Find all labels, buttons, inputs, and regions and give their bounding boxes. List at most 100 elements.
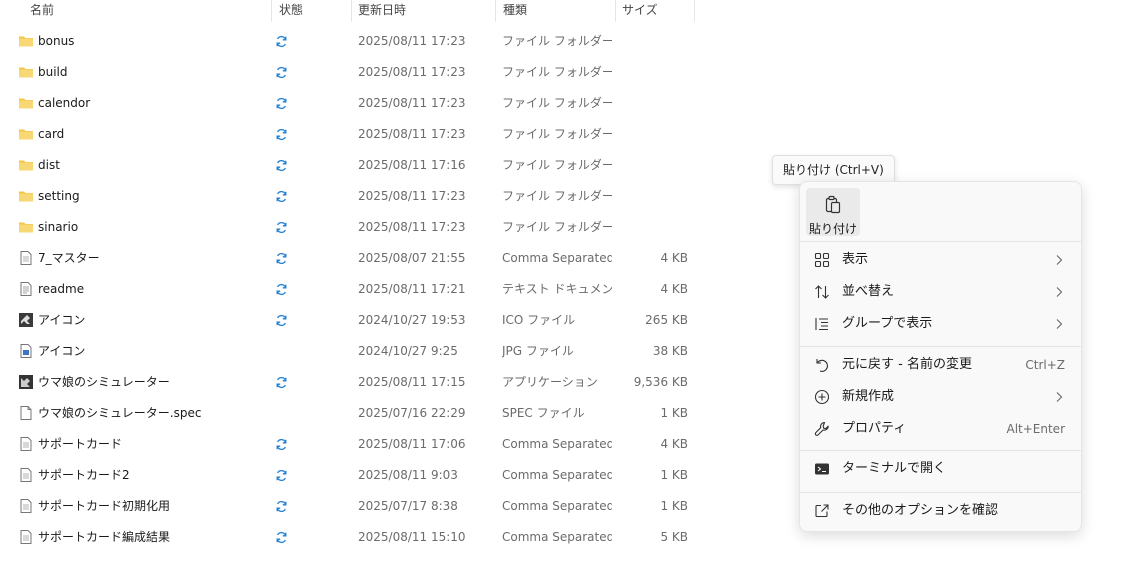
file-type: ファイル フォルダー (502, 65, 612, 79)
file-type: アプリケーション (502, 375, 598, 389)
sync-status-icon (275, 128, 288, 141)
file-name: サポートカード編成結果 (38, 530, 171, 544)
menu-item-sort-label: 並べ替え (842, 284, 895, 299)
paste-button-label: 貼り付け (808, 222, 857, 236)
file-row[interactable]: dist 2025/08/11 17:16 ファイル フォルダー (0, 150, 700, 181)
column-divider[interactable] (351, 0, 352, 22)
sync-status-icon (275, 469, 288, 482)
menu-separator (800, 346, 1081, 347)
paste-button[interactable]: 貼り付け (806, 188, 860, 236)
clipboard-icon (825, 195, 841, 214)
file-row[interactable]: calendor 2025/08/11 17:23 ファイル フォルダー (0, 88, 700, 119)
file-row[interactable]: setting 2025/08/11 17:23 ファイル フォルダー (0, 181, 700, 212)
file-row[interactable]: サポートカード 2025/08/11 17:06 Comma Separated..… (0, 429, 700, 460)
column-header-name[interactable]: 名前 (30, 2, 54, 22)
file-modified-date: 2025/08/11 17:23 (358, 96, 466, 110)
folder-icon (18, 126, 34, 142)
file-name: サポートカード (38, 437, 123, 451)
csv-file-icon (18, 250, 34, 266)
menu-item-more-options[interactable]: その他のオプションを確認 (804, 496, 1077, 526)
file-modified-date: 2025/07/17 8:38 (358, 499, 458, 513)
file-row[interactable]: サポートカード初期化用 2025/07/17 8:38 Comma Separate… (0, 491, 700, 522)
sync-status-icon (275, 283, 288, 296)
file-name: build (38, 65, 68, 79)
menu-item-terminal-label: ターミナルで開く (842, 461, 947, 476)
file-type: JPG ファイル (502, 344, 574, 358)
sync-status-icon (275, 252, 288, 265)
folder-icon (18, 64, 34, 80)
sync-status-icon (275, 531, 288, 544)
sort-icon (814, 284, 830, 300)
file-row[interactable]: 7_マスター 2025/08/07 21:55 Comma Separated...… (0, 243, 700, 274)
sync-status-icon (275, 500, 288, 513)
menu-item-group[interactable]: グループで表示 (804, 309, 1077, 339)
file-size (600, 57, 688, 88)
column-header-size[interactable]: サイズ (622, 2, 658, 22)
file-row[interactable]: アイコン 2024/10/27 9:25 JPG ファイル 38 KB (0, 336, 700, 367)
file-row[interactable]: ウマ娘のシミュレーター 2025/08/11 17:15 アプリケーション 9,536… (0, 367, 700, 398)
file-name: サポートカード2 (38, 468, 130, 482)
column-divider[interactable] (615, 0, 616, 22)
file-type: ファイル フォルダー (502, 34, 612, 48)
column-divider[interactable] (495, 0, 496, 22)
menu-item-properties[interactable]: プロパティ Alt+Enter (804, 414, 1077, 444)
menu-item-terminal[interactable]: ターミナルで開く (804, 454, 1077, 484)
chevron-right-icon (1055, 254, 1063, 270)
file-modified-date: 2025/08/07 21:55 (358, 251, 466, 265)
file-type: Comma Separated... (502, 251, 612, 265)
file-row[interactable]: card 2025/08/11 17:23 ファイル フォルダー (0, 119, 700, 150)
csv-file-icon (18, 498, 34, 514)
menu-item-new[interactable]: 新規作成 (804, 382, 1077, 412)
blank-file-icon (18, 405, 34, 421)
column-header-modified[interactable]: 更新日時 (358, 2, 406, 22)
file-name: calendor (38, 96, 91, 110)
file-row[interactable]: サポートカード2 2025/08/11 9:03 Comma Separated..… (0, 460, 700, 491)
menu-item-view[interactable]: 表示 (804, 245, 1077, 275)
column-header-status[interactable]: 状態 (279, 2, 303, 22)
jpg-file-icon (18, 343, 34, 359)
file-size: 1 KB (660, 406, 688, 420)
file-type: Comma Separated... (502, 468, 612, 482)
file-size: 9,536 KB (633, 375, 688, 389)
wrench-icon (814, 421, 830, 437)
file-size: 4 KB (660, 282, 688, 296)
app-file-icon (18, 374, 34, 390)
file-row[interactable]: ウマ娘のシミュレーター.spec 2025/07/16 22:29 SPEC ファイ… (0, 398, 700, 429)
file-type: ファイル フォルダー (502, 127, 612, 141)
column-divider[interactable] (694, 0, 695, 22)
file-row[interactable]: アイコン 2024/10/27 19:53 ICO ファイル 265 KB (0, 305, 700, 336)
file-row[interactable]: bonus 2025/08/11 17:23 ファイル フォルダー (0, 26, 700, 57)
file-row[interactable]: readme 2025/08/11 17:21 テキスト ドキュメント 4 KB (0, 274, 700, 305)
file-size (600, 181, 688, 212)
menu-item-more-options-label: その他のオプションを確認 (842, 503, 999, 518)
file-modified-date: 2025/08/11 17:23 (358, 127, 466, 141)
column-divider[interactable] (271, 0, 272, 22)
file-size: 4 KB (660, 251, 688, 265)
chevron-right-icon (1055, 318, 1063, 334)
menu-separator (800, 241, 1081, 242)
chevron-right-icon (1055, 391, 1063, 407)
file-modified-date: 2025/08/11 17:23 (358, 34, 466, 48)
menu-item-sort[interactable]: 並べ替え (804, 277, 1077, 307)
file-name: dist (38, 158, 60, 172)
file-row[interactable]: build 2025/08/11 17:23 ファイル フォルダー (0, 57, 700, 88)
context-menu: 貼り付け 表示並べ替えグループで表示元に戻す - 名前の変更 Ctrl+Z 新規作成… (799, 181, 1082, 532)
grid-icon (814, 252, 830, 268)
plus-circle-icon (814, 389, 830, 405)
share-box-icon (814, 503, 830, 519)
sync-status-icon (275, 314, 288, 327)
menu-item-group-label: グループで表示 (842, 316, 933, 331)
file-type: Comma Separated... (502, 530, 612, 544)
column-header-type[interactable]: 種類 (503, 2, 527, 22)
file-size (600, 150, 688, 181)
file-size: 4 KB (660, 437, 688, 451)
menu-separator (800, 450, 1081, 451)
sort-caret-icon: ⌃ (142, 0, 150, 4)
menu-item-undo[interactable]: 元に戻す - 名前の変更 Ctrl+Z (804, 350, 1077, 380)
folder-icon (18, 188, 34, 204)
file-modified-date: 2025/08/11 17:23 (358, 189, 466, 203)
sync-status-icon (275, 35, 288, 48)
menu-item-undo-label: 元に戻す - 名前の変更 (842, 357, 972, 372)
file-row[interactable]: sinario 2025/08/11 17:23 ファイル フォルダー (0, 212, 700, 243)
file-row[interactable]: サポートカード編成結果 2025/08/11 15:10 Comma Separat… (0, 522, 700, 553)
